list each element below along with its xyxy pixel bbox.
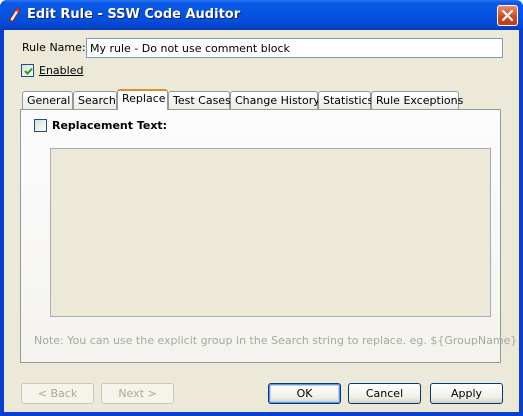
app-icon [7, 7, 23, 23]
replacement-text-checkbox[interactable] [34, 119, 47, 132]
checkmark-icon [24, 67, 33, 75]
close-button[interactable] [497, 5, 518, 26]
dialog-window: Edit Rule - SSW Code Auditor Rule Name: … [0, 0, 523, 416]
rule-name-input[interactable] [86, 38, 503, 58]
enabled-checkbox[interactable] [21, 64, 34, 77]
title-bar[interactable]: Edit Rule - SSW Code Auditor [0, 0, 523, 30]
replace-note: Note: You can use the explicit group in … [34, 334, 518, 347]
window-title: Edit Rule - SSW Code Auditor [27, 7, 241, 22]
next-button[interactable]: Next > [101, 383, 174, 404]
tab-rule-exceptions[interactable]: Rule Exceptions [371, 91, 463, 109]
replacement-text-area[interactable] [50, 148, 491, 317]
enabled-label[interactable]: Enabled [39, 64, 83, 77]
tab-statistics[interactable]: Statistics [318, 91, 373, 109]
enabled-label-text: Enabled [39, 64, 84, 77]
apply-button[interactable]: Apply [430, 383, 503, 404]
rule-name-label: Rule Name: [22, 41, 86, 54]
dialog-body: Rule Name: Enabled General Search Replac… [4, 30, 519, 412]
back-button[interactable]: < Back [21, 383, 94, 404]
tab-general[interactable]: General [22, 91, 73, 109]
close-icon [502, 10, 513, 21]
tab-change-history[interactable]: Change History [230, 91, 320, 109]
replace-tab-panel: Replacement Text: Note: You can use the … [20, 109, 517, 363]
tab-search[interactable]: Search [73, 91, 117, 109]
replacement-text-label[interactable]: Replacement Text: [52, 119, 167, 132]
tab-test-cases[interactable]: Test Cases [168, 91, 231, 109]
ok-button[interactable]: OK [268, 383, 341, 404]
cancel-button[interactable]: Cancel [348, 383, 421, 404]
tab-replace[interactable]: Replace [117, 89, 168, 110]
